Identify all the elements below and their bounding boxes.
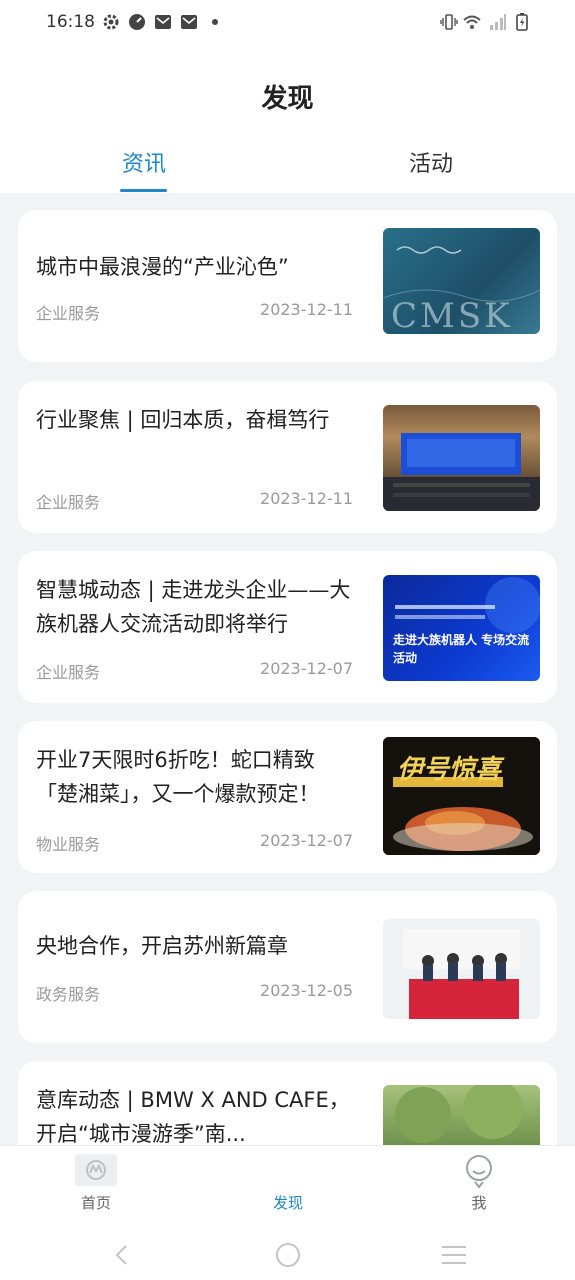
news-thumbnail: 伊号惊喜	[383, 737, 540, 855]
profile-icon	[466, 1155, 492, 1188]
news-title: 央地合作，开启苏州新篇章	[36, 934, 288, 958]
news-card[interactable]: 央地合作，开启苏州新篇章 政务服务 2023-12-05	[18, 891, 557, 1043]
news-title: 开业7天限时6折吃！蛇口精致「楚湘菜」，又一个爆款预定！	[36, 748, 320, 806]
settings-icon	[103, 14, 119, 30]
news-date: 2023-12-05	[260, 981, 353, 1000]
news-thumbnail	[383, 405, 540, 511]
news-category: 企业服务	[36, 304, 101, 323]
news-title: 行业聚焦 | 回归本质，奋楫笃行	[36, 408, 330, 432]
tab-news-label: 资讯	[121, 152, 166, 177]
vibrate-icon	[440, 14, 458, 30]
tab-events-label: 活动	[408, 152, 453, 177]
signal-icon	[490, 14, 506, 30]
dot-icon	[212, 19, 218, 25]
news-date: 2023-12-07	[260, 831, 353, 850]
thumbnail-caption: 伊号惊喜	[397, 755, 502, 785]
tab-active-indicator	[120, 189, 167, 192]
menu-icon[interactable]	[440, 1243, 468, 1267]
news-date: 2023-12-11	[260, 489, 353, 508]
battery-charging-icon	[516, 13, 528, 31]
mail-icon	[155, 15, 171, 29]
nav-home[interactable]: 首页	[36, 1146, 156, 1236]
news-title: 意库动态 | BMW X AND CAFE，开启“城市漫游季”南...	[36, 1088, 350, 1145]
nav-profile[interactable]: 我	[419, 1146, 539, 1236]
home-circle-icon[interactable]	[274, 1241, 302, 1269]
news-date: 2023-12-07	[260, 659, 353, 678]
header-area: 16:18 发现 资讯 活动	[0, 0, 575, 193]
nav-discover[interactable]: 发现	[228, 1146, 348, 1236]
news-card[interactable]: 城市中最浪漫的“产业沁色” 企业服务 2023-12-11 CMSK	[18, 210, 557, 362]
tab-events[interactable]: 活动	[371, 146, 491, 178]
news-thumbnail	[383, 1085, 540, 1145]
news-thumbnail: 走进大族机器人 专场交流活动	[383, 575, 540, 681]
bottom-tab-bar: 首页 发现 我	[0, 1145, 575, 1236]
system-nav-bar	[0, 1235, 575, 1280]
home-logo-icon	[75, 1154, 117, 1186]
clock-icon	[129, 14, 145, 30]
news-category: 企业服务	[36, 663, 101, 682]
mail-icon	[181, 15, 197, 29]
nav-home-label: 首页	[80, 1194, 111, 1212]
news-card[interactable]: 意库动态 | BMW X AND CAFE，开启“城市漫游季”南...	[18, 1061, 557, 1145]
news-thumbnail: CMSK	[383, 228, 540, 334]
news-list[interactable]: 城市中最浪漫的“产业沁色” 企业服务 2023-12-11 CMSK 行业聚焦 …	[0, 193, 575, 1145]
news-title: 城市中最浪漫的“产业沁色”	[36, 255, 289, 279]
news-category: 物业服务	[36, 835, 101, 854]
status-bar: 16:18	[0, 0, 575, 46]
thumbnail-watermark: CMSK	[391, 296, 513, 334]
tab-news[interactable]: 资讯	[84, 146, 204, 178]
nav-discover-label: 发现	[272, 1194, 303, 1212]
news-thumbnail	[383, 919, 540, 1019]
back-icon[interactable]	[110, 1243, 134, 1267]
news-card[interactable]: 智慧城动态 | 走进龙头企业——大族机器人交流活动即将举行 企业服务 2023-…	[18, 551, 557, 703]
wifi-icon	[463, 15, 481, 29]
thumbnail-caption: 走进大族机器人 专场交流活动	[393, 633, 530, 665]
news-card[interactable]: 行业聚焦 | 回归本质，奋楫笃行 企业服务 2023-12-11	[18, 381, 557, 533]
news-category: 企业服务	[36, 493, 101, 512]
page-title: 发现	[261, 84, 314, 114]
news-category: 政务服务	[36, 985, 101, 1004]
news-date: 2023-12-11	[260, 300, 353, 319]
news-title: 智慧城动态 | 走进龙头企业——大族机器人交流活动即将举行	[36, 578, 351, 636]
news-card[interactable]: 开业7天限时6折吃！蛇口精致「楚湘菜」，又一个爆款预定！ 物业服务 2023-1…	[18, 721, 557, 873]
nav-profile-label: 我	[471, 1194, 487, 1212]
status-time: 16:18	[46, 12, 95, 32]
